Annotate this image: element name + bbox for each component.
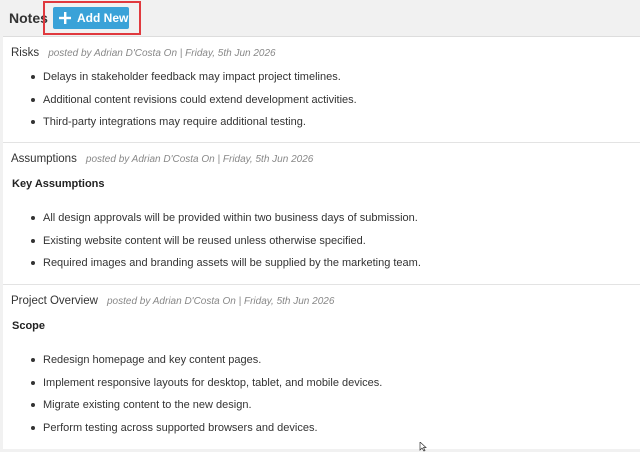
note-header: Assumptions posted by Adrian D'Costa On …: [11, 153, 313, 165]
note-bullet-list: Redesign homepage and key content pages.…: [3, 349, 623, 439]
notes-list: Risks posted by Adrian D'Costa On | Frid…: [3, 36, 640, 449]
list-item: Required images and branding assets will…: [3, 252, 623, 275]
notes-header: Notes Add New: [0, 0, 640, 36]
note-bullet-list: Delays in stakeholder feedback may impac…: [3, 66, 623, 134]
list-item: Delays in stakeholder feedback may impac…: [3, 66, 623, 89]
add-new-button[interactable]: Add New: [53, 7, 129, 29]
note-meta: posted by Adrian D'Costa On | Friday, 5t…: [106, 296, 335, 307]
list-item: Migrate existing content to the new desi…: [3, 394, 623, 417]
note-meta: posted by Adrian D'Costa On | Friday, 5t…: [48, 48, 276, 59]
list-item: Additional content revisions could exten…: [3, 89, 623, 112]
note-title[interactable]: Assumptions: [11, 153, 77, 165]
note-header: Risks posted by Adrian D'Costa On | Frid…: [11, 47, 276, 59]
list-item: Existing website content will be reused …: [3, 230, 623, 253]
list-item: All design approvals will be provided wi…: [3, 207, 623, 230]
list-item: Implement responsive layouts for desktop…: [3, 372, 623, 395]
note-bullet-list: All design approvals will be provided wi…: [3, 207, 623, 275]
note-project-overview: Project Overview posted by Adrian D'Cost…: [3, 285, 640, 450]
note-title[interactable]: Project Overview: [11, 295, 98, 307]
note-risks: Risks posted by Adrian D'Costa On | Frid…: [3, 37, 640, 143]
mouse-cursor-icon: [419, 442, 427, 452]
list-item: Third-party integrations may require add…: [3, 111, 623, 134]
note-meta: posted by Adrian D'Costa On | Friday, 5t…: [85, 154, 314, 165]
note-subtitle: Scope: [12, 320, 46, 332]
list-item: Perform testing across supported browser…: [3, 417, 623, 440]
add-new-label: Add New: [77, 11, 129, 25]
list-item: Redesign homepage and key content pages.: [3, 349, 623, 372]
note-assumptions: Assumptions posted by Adrian D'Costa On …: [3, 143, 640, 285]
note-header: Project Overview posted by Adrian D'Cost…: [11, 295, 334, 307]
plus-icon: [59, 12, 71, 24]
note-subtitle: Key Assumptions: [12, 178, 105, 190]
note-title[interactable]: Risks: [11, 47, 39, 59]
